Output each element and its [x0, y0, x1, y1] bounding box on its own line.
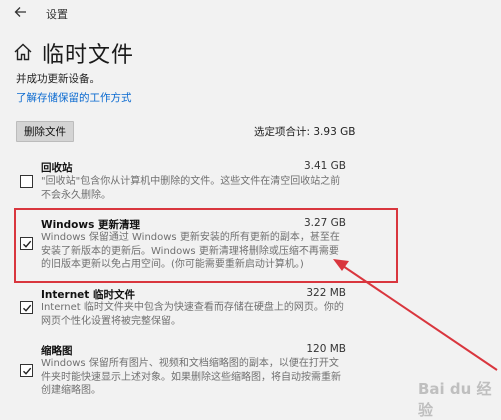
delete-files-button[interactable]: 删除文件: [16, 121, 74, 142]
item-desc-thumbnails: Windows 保留所有图片、视频和文档缩略图的副本，以便在打开文件夹时能快速显…: [41, 358, 341, 396]
checkbox-recycle-bin[interactable]: [20, 175, 33, 188]
item-desc-internet-temp-files: Internet 临时文件夹中包含为快速查看而存储在硬盘上的网页。你的网页个性化…: [41, 302, 344, 327]
watermark: Bai du 经验: [418, 380, 492, 419]
checkmark-icon: [22, 304, 31, 312]
back-arrow-icon[interactable]: [14, 5, 28, 19]
item-desc-recycle-bin: "回收站"包含你从计算机中删除的文件。这些文件在清空回收站之前不会永久删除。: [41, 176, 341, 201]
checkbox-thumbnails[interactable]: [20, 364, 33, 377]
learn-storage-link[interactable]: 了解存储保留的工作方式: [16, 90, 132, 105]
item-name-internet-temp-files: Internet 临时文件: [41, 289, 135, 301]
page-subtitle: 并成功更新设备。: [16, 73, 100, 85]
item-size-thumbnails: 120 MB: [306, 343, 346, 355]
total-selected-size: 选定项合计: 3.93 GB: [254, 126, 356, 138]
checkbox-internet-temp-files[interactable]: [20, 301, 33, 314]
window-title: 设置: [46, 8, 68, 21]
item-name-recycle-bin: 回收站: [41, 162, 73, 174]
home-icon: [14, 43, 32, 61]
item-size-recycle-bin: 3.41 GB: [303, 160, 346, 172]
item-name-thumbnails: 缩略图: [41, 345, 73, 357]
page-title: 临时文件: [42, 43, 135, 68]
annotation-highlight-box: [14, 208, 398, 283]
item-size-internet-temp-files: 322 MB: [306, 287, 346, 299]
checkmark-icon: [22, 367, 31, 375]
